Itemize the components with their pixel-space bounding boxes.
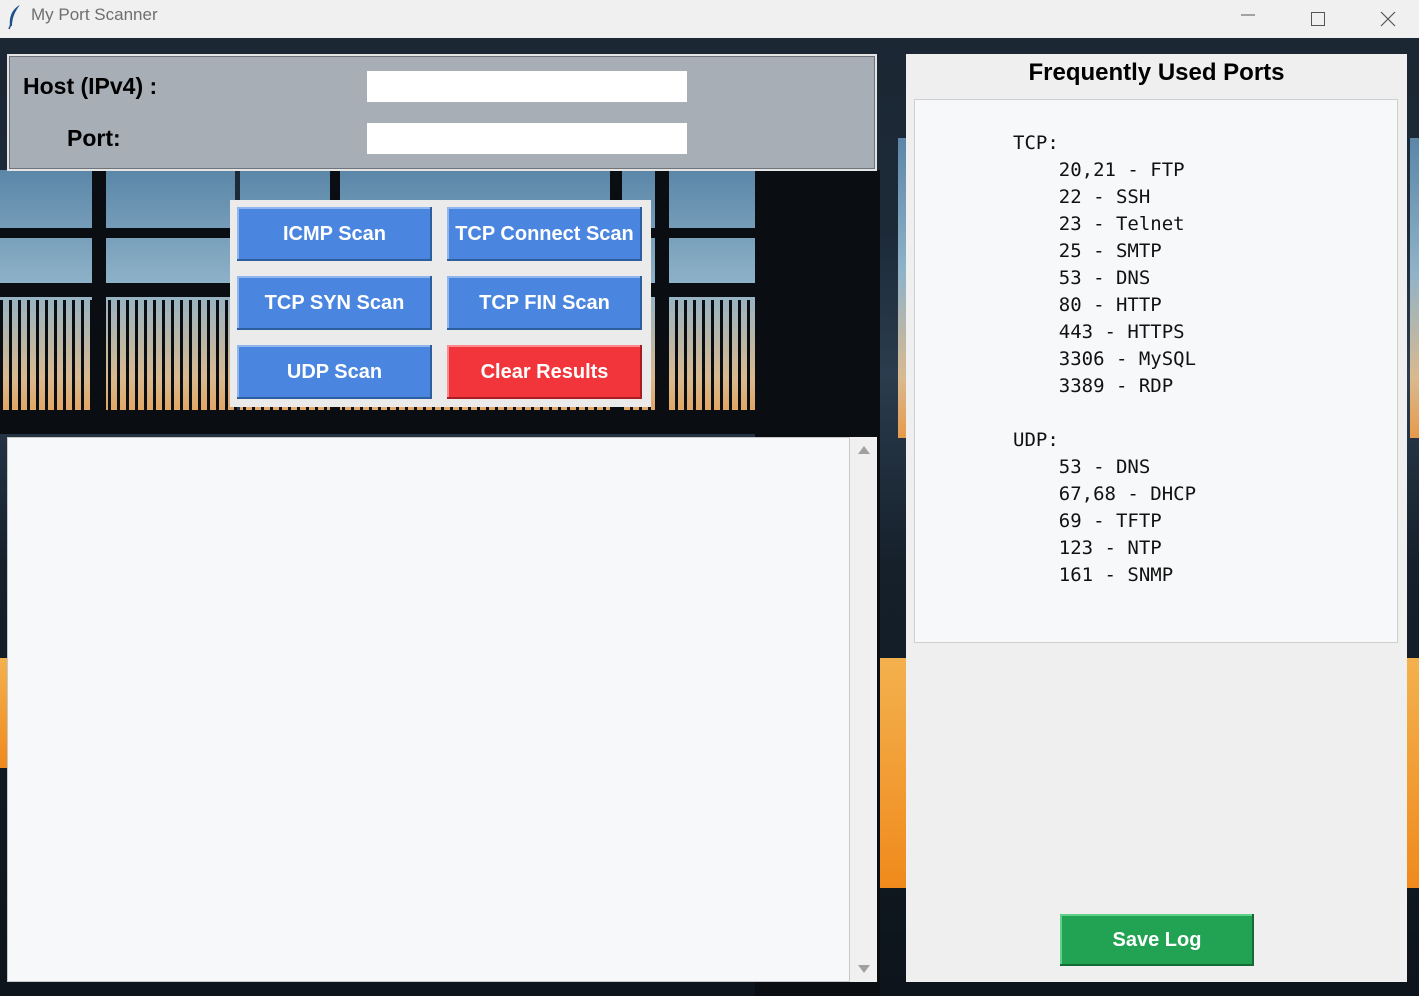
host-input[interactable] bbox=[367, 71, 687, 102]
ports-text-box: TCP: 20,21 - FTP 22 - SSH 23 - Telnet 25… bbox=[914, 99, 1398, 643]
window-title: My Port Scanner bbox=[31, 5, 158, 24]
target-input-panel: Host (IPv4) : Port: bbox=[7, 54, 877, 171]
title-bar: My Port Scanner bbox=[0, 0, 1419, 38]
tcp-connect-scan-button[interactable]: TCP Connect Scan bbox=[447, 207, 642, 261]
host-label: Host (IPv4) : bbox=[23, 73, 158, 99]
tcp-syn-scan-button[interactable]: TCP SYN Scan bbox=[237, 276, 432, 330]
results-text-area[interactable] bbox=[7, 437, 850, 982]
ports-panel-title: Frequently Used Ports bbox=[1028, 59, 1285, 86]
feather-icon bbox=[8, 5, 20, 30]
scroll-down-arrow-icon[interactable] bbox=[858, 965, 870, 973]
scroll-up-arrow-icon[interactable] bbox=[858, 446, 870, 454]
minimize-icon bbox=[1241, 14, 1255, 16]
ports-list: TCP: 20,21 - FTP 22 - SSH 23 - Telnet 25… bbox=[1013, 132, 1197, 586]
icmp-scan-button[interactable]: ICMP Scan bbox=[237, 207, 432, 261]
clear-results-button[interactable]: Clear Results bbox=[447, 345, 642, 399]
maximize-button[interactable] bbox=[1283, 0, 1353, 38]
close-button[interactable] bbox=[1353, 0, 1419, 38]
close-icon bbox=[1380, 11, 1396, 27]
results-scrollbar[interactable] bbox=[850, 437, 877, 982]
udp-scan-button[interactable]: UDP Scan bbox=[237, 345, 432, 399]
port-label: Port: bbox=[67, 125, 121, 151]
minimize-button[interactable] bbox=[1213, 0, 1283, 38]
ports-panel: Frequently Used Ports TCP: 20,21 - FTP 2… bbox=[906, 54, 1407, 982]
port-input[interactable] bbox=[367, 123, 687, 154]
scan-buttons-panel: ICMP Scan TCP Connect Scan TCP SYN Scan … bbox=[230, 200, 651, 407]
tcp-fin-scan-button[interactable]: TCP FIN Scan bbox=[447, 276, 642, 330]
save-log-button[interactable]: Save Log bbox=[1060, 914, 1254, 966]
maximize-icon bbox=[1311, 12, 1325, 26]
